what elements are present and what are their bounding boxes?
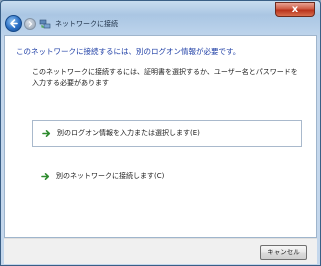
close-button[interactable]: x [275,2,315,17]
cancel-button[interactable]: キャンセル [260,245,307,260]
back-button[interactable] [5,15,22,32]
green-arrow-icon [41,173,50,180]
dialog-window: x ネットワークに接続 このネットワークに接続するには、別のログオン情報が必要で… [0,0,321,266]
green-arrow-icon [42,130,51,137]
title-bar: x ネットワークに接続 [1,1,320,35]
page-heading: このネットワークに接続するには、別のログオン情報が必要です。 [16,47,241,56]
forward-arrow-icon [28,21,33,27]
content-panel: このネットワークに接続するには、別のログオン情報が必要です。 このネットワークに… [4,35,317,238]
back-arrow-icon [10,19,18,28]
option-label: 別のログオン情報を入力または選択します(E) [57,129,200,137]
option-label: 別のネットワークに接続します(C) [56,172,165,180]
option-enter-logon-info[interactable]: 別のログオン情報を入力または選択します(E) [32,120,302,147]
close-icon: x [291,4,299,15]
description-text: このネットワークに接続するには、証明書を選択するか、ユーザー名とパスワードを入力… [32,68,298,87]
network-icon [39,19,51,29]
forward-button[interactable] [24,18,36,30]
footer-bar: キャンセル [4,238,317,264]
option-connect-other-network[interactable]: 別のネットワークに接続します(C) [32,164,302,191]
window-title: ネットワークに接続 [55,20,118,28]
